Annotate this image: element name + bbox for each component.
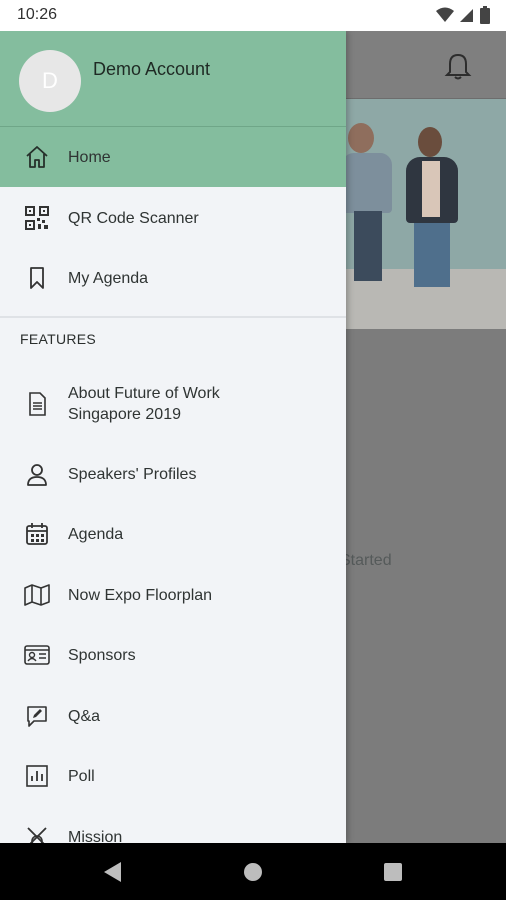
menu-item-label: Speakers' Profiles	[68, 465, 197, 483]
menu-item-floorplan[interactable]: Now Expo Floorplan	[0, 565, 346, 625]
menu-item-my-agenda[interactable]: My Agenda	[0, 248, 346, 308]
section-divider	[0, 316, 346, 318]
menu-item-label: Mission	[68, 828, 123, 844]
mission-icon	[24, 824, 50, 843]
qr-code-icon	[24, 205, 50, 231]
battery-icon	[480, 6, 490, 24]
bookmark-icon	[24, 265, 50, 291]
menu-item-speakers-profiles[interactable]: Speakers' Profiles	[0, 444, 346, 504]
recent-apps-icon[interactable]	[384, 863, 402, 881]
avatar[interactable]: D	[19, 50, 81, 112]
menu-item-sponsors[interactable]: Sponsors	[0, 625, 346, 685]
menu-item-label: Now Expo Floorplan	[68, 586, 213, 604]
status-time: 10:26	[17, 6, 58, 23]
system-navigation-bar	[0, 843, 506, 900]
calendar-icon	[24, 521, 50, 547]
menu-item-label: Q&a	[68, 707, 101, 725]
home-icon	[24, 144, 50, 170]
navigation-drawer: D Demo Account Home QR Code Scanner My A…	[0, 31, 346, 843]
notification-bell-icon[interactable]	[444, 51, 472, 81]
person-icon	[24, 461, 50, 487]
account-name[interactable]: Demo Account	[93, 59, 210, 80]
signal-icon	[460, 9, 473, 22]
chat-edit-icon	[24, 703, 50, 729]
status-bar: 10:26	[0, 0, 506, 31]
menu-item-label: QR Code Scanner	[68, 209, 199, 227]
map-icon	[24, 582, 50, 608]
menu-item-agenda[interactable]: Agenda	[0, 504, 346, 564]
menu-item-qr-code-scanner[interactable]: QR Code Scanner	[0, 188, 346, 248]
section-title: FEATURES	[20, 331, 97, 347]
drawer-header: D Demo Account	[0, 31, 346, 126]
menu-item-label: Agenda	[68, 525, 124, 543]
menu-item-label: Home	[68, 148, 111, 166]
menu-item-label: Sponsors	[68, 646, 136, 664]
document-icon	[24, 391, 50, 417]
menu-item-label: My Agenda	[68, 269, 149, 287]
home-button-icon[interactable]	[244, 863, 262, 881]
back-icon[interactable]	[104, 862, 122, 882]
menu-item-mission[interactable]: Mission	[0, 807, 346, 843]
menu-item-poll[interactable]: Poll	[0, 746, 346, 806]
menu-item-label: Poll	[68, 767, 95, 785]
id-card-icon	[24, 642, 50, 668]
menu-item-home[interactable]: Home	[0, 127, 346, 187]
background-text: Started	[340, 552, 392, 569]
hero-image	[346, 99, 506, 329]
status-icons	[436, 6, 490, 24]
poll-chart-icon	[24, 763, 50, 789]
wifi-icon	[436, 7, 454, 22]
menu-item-qa[interactable]: Q&a	[0, 686, 346, 746]
menu-item-label: About Future of Work Singapore 2019	[68, 385, 220, 423]
menu-item-about[interactable]: About Future of Work Singapore 2019	[0, 373, 346, 435]
